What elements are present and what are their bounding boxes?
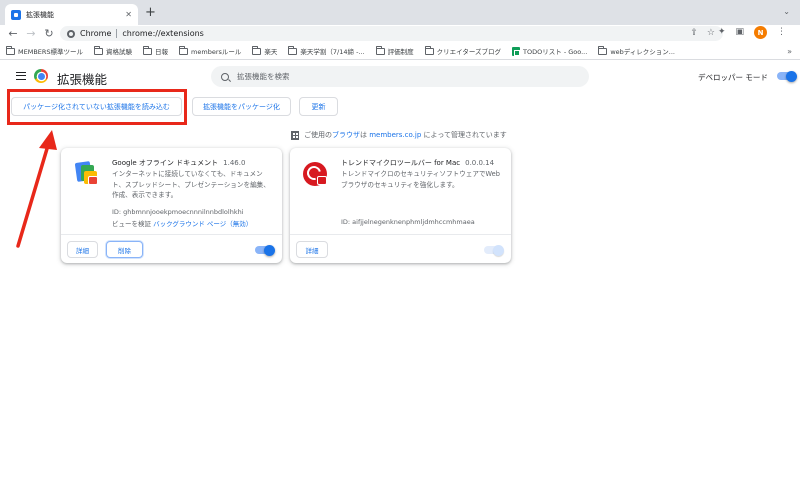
tab-strip: 拡張機能 ✕ + ⌄ (0, 0, 800, 25)
url-text[interactable]: chrome://extensions (122, 29, 203, 38)
highlight-box (7, 89, 187, 125)
google-docs-offline-icon (73, 161, 99, 187)
extension-enable-toggle[interactable] (255, 244, 275, 256)
managed-middle: は (360, 131, 370, 139)
folder-icon (424, 45, 434, 55)
bookmark-star-icon[interactable]: ☆ (707, 28, 715, 38)
extension-name: トレンドマイクロツールバー for Mac 0.0.0.14 (341, 158, 494, 168)
extension-card: Google オフライン ドキュメント 1.46.0 インターネットに接続していな… (61, 148, 282, 263)
search-placeholder: 拡張機能を検索 (237, 72, 290, 81)
back-button[interactable]: ← (4, 28, 22, 39)
close-tab-icon[interactable]: ✕ (125, 10, 132, 19)
details-button[interactable]: 詳細 (296, 241, 328, 258)
chevron-down-icon[interactable]: ⌄ (783, 7, 790, 16)
bookmark-item[interactable]: 日報 (143, 45, 169, 56)
folder-icon (252, 45, 262, 55)
extension-name-text: Google オフライン ドキュメント (112, 159, 219, 167)
extensions-page: 拡張機能 拡張機能を検索 デベロッパー モード パッケージ化されていない拡張機能… (0, 61, 800, 500)
search-icon (221, 72, 229, 81)
bookmark-item[interactable]: 楽天学割（7/14締 -... (288, 45, 365, 56)
forward-button[interactable]: → (22, 28, 40, 39)
folder-icon (94, 45, 104, 55)
hamburger-menu-icon[interactable] (16, 72, 26, 80)
bookmark-item[interactable]: webディレクション... (598, 45, 675, 56)
page-title: 拡張機能 (57, 72, 108, 87)
bookmark-item[interactable]: MEMBERS標準ツール (6, 45, 84, 56)
bookmark-item[interactable]: クリエイターズブログ (424, 45, 502, 56)
managed-domain-link[interactable]: members.co.jp (369, 131, 421, 139)
trend-micro-icon (302, 161, 328, 187)
bookmark-item[interactable]: 資格試験 (94, 45, 133, 56)
folder-icon (143, 45, 153, 55)
page-header: 拡張機能 拡張機能を検索 デベロッパー モード (0, 61, 800, 92)
details-button[interactable]: 詳細 (67, 241, 98, 258)
card-footer: 詳細 削除 (61, 234, 282, 263)
bookmark-label: TODOリスト - Goo... (523, 48, 588, 56)
extension-version: 0.0.0.14 (465, 159, 495, 167)
more-bookmarks-icon[interactable]: » (787, 47, 792, 56)
search-input[interactable]: 拡張機能を検索 (211, 66, 589, 87)
bookmark-item[interactable]: 評価制度 (375, 45, 414, 56)
new-tab-icon[interactable]: + (145, 6, 156, 19)
folder-icon (179, 45, 189, 55)
extension-card: トレンドマイクロツールバー for Mac 0.0.0.14 トレンドマイクロのセ… (290, 148, 511, 263)
bookmark-label: MEMBERS標準ツール (18, 48, 84, 56)
share-icon[interactable]: ⇪ (690, 28, 698, 38)
sheets-icon (512, 46, 521, 56)
folder-icon (375, 45, 385, 55)
extension-name-text: トレンドマイクロツールバー for Mac (341, 159, 461, 167)
omnibox-label: Chrome (80, 29, 112, 38)
bookmark-item[interactable]: membersルール (179, 45, 242, 56)
building-icon (291, 130, 299, 140)
bookmark-label: membersルール (191, 48, 242, 56)
omnibox-divider (116, 29, 118, 38)
inspect-views: ビューを検証 バックグラウンド ページ（無効） (112, 218, 252, 228)
extension-id: ID: aifjjelnegenknenphmljdmhccmhmaea (341, 218, 475, 226)
puzzle-icon (11, 9, 21, 20)
extensions-puzzle-icon[interactable]: ✦ (718, 28, 726, 37)
address-bar[interactable]: Chrome chrome://extensions ⇪ ☆ (60, 26, 723, 41)
bookmark-item[interactable]: 楽天 (252, 45, 278, 56)
remove-button[interactable]: 削除 (106, 241, 143, 258)
extension-id: ID: ghbmnnjooekpmoecnnnilnnbdlolhkhi (112, 208, 244, 216)
bookmark-label: 日報 (155, 48, 169, 56)
bookmark-label: webディレクション... (610, 48, 675, 56)
toolbar: ← → ↻ Chrome chrome://extensions ⇪ ☆ ✦ ▣… (0, 25, 800, 42)
chrome-icon (67, 29, 75, 38)
extension-enable-toggle (484, 244, 504, 256)
more-menu-icon[interactable]: ⋮ (777, 28, 786, 37)
browser-link[interactable]: ブラウザ (332, 131, 360, 139)
extension-description: インターネットに接続していなくても、ドキュメント、スプレッドシート、プレゼンテー… (112, 170, 270, 199)
tab-title: 拡張機能 (26, 10, 54, 19)
managed-notice: ご使用のブラウザは members.co.jp によって管理されています (291, 130, 507, 140)
bookmark-label: 評価制度 (387, 48, 414, 56)
extension-name: Google オフライン ドキュメント 1.46.0 (112, 158, 245, 168)
avatar[interactable]: N (754, 26, 767, 39)
developer-mode-label: デベロッパー モード (698, 73, 768, 82)
red-arrow-annotation (16, 130, 57, 248)
folder-icon (598, 45, 608, 55)
folder-icon (288, 45, 298, 55)
bookmark-item[interactable]: TODOリスト - Goo... (512, 46, 587, 56)
background-page-link[interactable]: バックグラウンド ページ（無効） (153, 220, 252, 228)
chrome-logo-icon (34, 69, 48, 83)
bookmarks-bar: MEMBERS標準ツール 資格試験 日報 membersルール 楽天 楽天学割（… (0, 43, 800, 60)
pack-extension-button[interactable]: 拡張機能をパッケージ化 (192, 97, 291, 116)
developer-mode-toggle[interactable] (777, 70, 797, 82)
tab-extensions[interactable]: 拡張機能 ✕ (5, 4, 138, 25)
reload-button[interactable]: ↻ (40, 28, 58, 39)
card-footer: 詳細 (290, 234, 511, 263)
managed-prefix: ご使用の (304, 131, 332, 139)
bookmark-label: 資格試験 (106, 48, 133, 56)
extension-version: 1.46.0 (223, 159, 246, 167)
managed-suffix: によって管理されています (421, 131, 507, 139)
bookmark-label: 楽天 (264, 48, 278, 56)
inspect-label: ビューを検証 (112, 220, 151, 228)
folder-icon (6, 45, 15, 55)
bookmark-label: クリエイターズブログ (436, 48, 502, 56)
side-panel-icon[interactable]: ▣ (735, 28, 744, 37)
extension-description: トレンドマイクロのセキュリティソフトウェアでWebブラウザのセキュリティを強化し… (341, 170, 500, 189)
bookmark-label: 楽天学割（7/14締 -... (300, 48, 365, 56)
update-button[interactable]: 更新 (299, 97, 338, 116)
